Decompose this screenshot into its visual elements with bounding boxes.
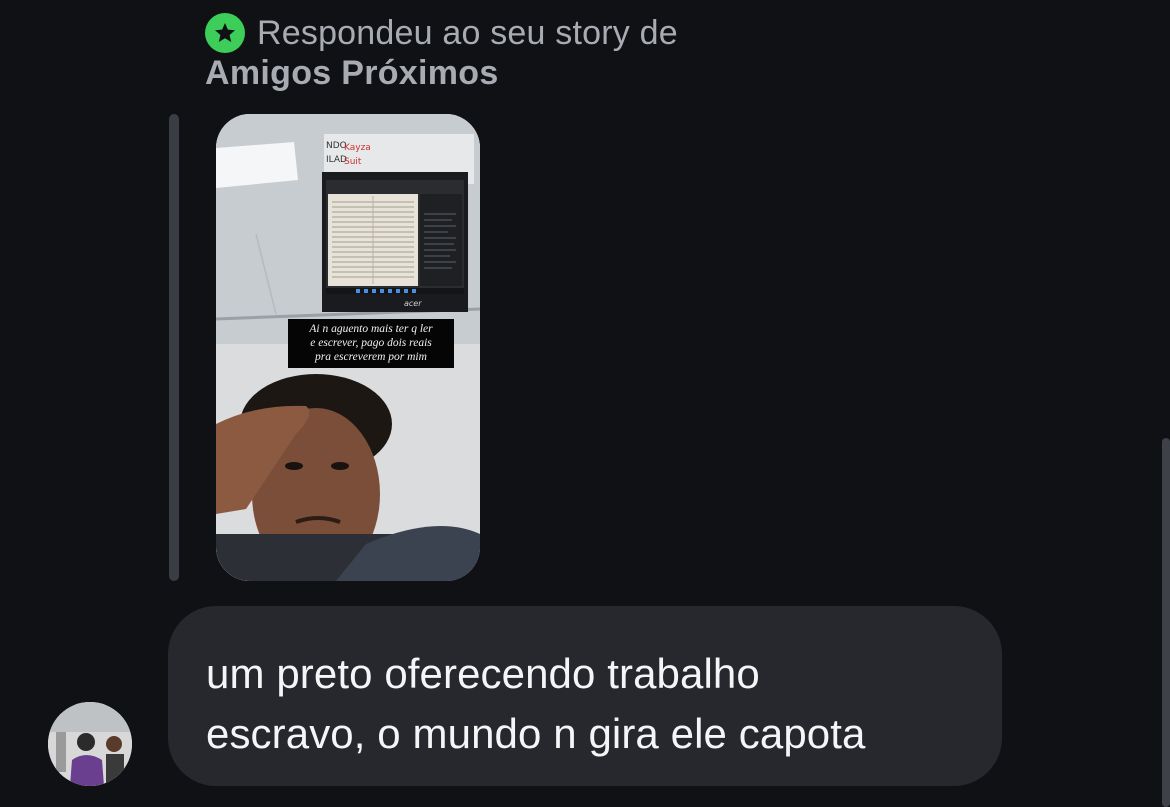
svg-text:Kayza: Kayza [344,143,371,153]
star-icon [215,23,235,42]
story-audience-label: Amigos Próximos [205,54,499,92]
sender-avatar[interactable] [48,702,132,786]
scrollbar-thumb[interactable] [1162,438,1170,807]
reply-quote-bar [169,114,179,581]
message-bubble[interactable]: um preto oferecendo trabalho escravo, o … [168,606,1002,786]
svg-text:Suit: Suit [344,157,362,167]
dm-thread: Respondeu ao seu story de Amigos Próximo… [0,0,1170,807]
laptop-brand-text: acer [404,299,422,308]
reply-context-text: Respondeu ao seu story de [257,13,678,52]
avatar-photo [48,702,132,786]
story-caption: Ai n aguento mais ter q ler e escrever, … [288,319,454,368]
close-friends-star-icon [205,13,245,53]
story-reply-header: Respondeu ao seu story de Amigos Próximo… [205,12,678,93]
story-thumbnail[interactable]: NDO Kayza ILAD Suit acer Ai n aguento ma… [216,114,480,581]
message-text: um preto oferecendo trabalho escravo, o … [206,650,866,757]
reply-context-line: Respondeu ao seu story de [205,12,678,54]
